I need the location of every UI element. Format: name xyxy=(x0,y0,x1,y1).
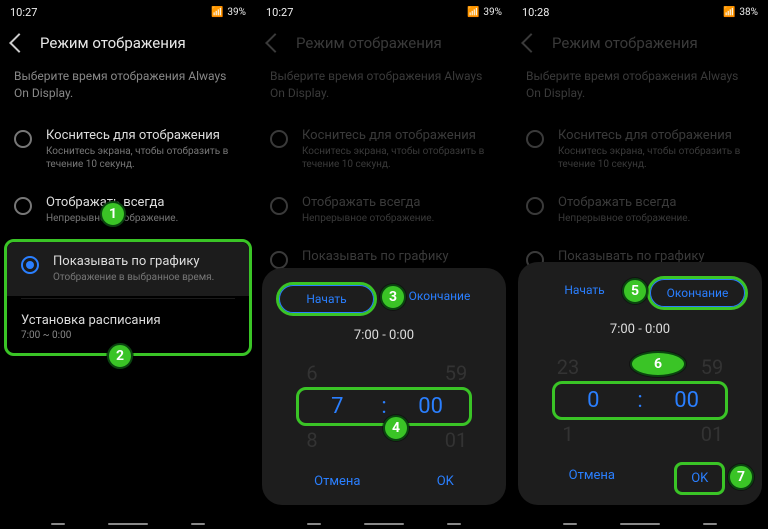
phone-2: 10:27 📶 39% Режим отображения Выберите в… xyxy=(256,0,512,529)
sheet-tabs: Начать Окончание 5 xyxy=(532,276,748,310)
annotation-badge-4: 4 xyxy=(383,415,409,441)
schedule-title: Установка расписания xyxy=(21,313,235,328)
option-always: Отображать всегда Непрерывное отображени… xyxy=(512,183,768,237)
option-title: Коснитесь для отображения xyxy=(46,128,242,143)
schedule-value: 7:00 ~ 0:00 xyxy=(21,330,235,341)
options-list: Коснитесь для отображения Коснитесь экра… xyxy=(256,116,512,281)
option-schedule[interactable]: Показывать по графику Отображение в выбр… xyxy=(7,242,249,296)
time-range-label: 7:00 - 0:00 xyxy=(276,328,492,343)
time-picker-sheet: Начать Окончание 3 7:00 - 0:00 659 7 : 0… xyxy=(262,268,506,505)
option-title: Показывать по графику xyxy=(53,254,214,269)
nav-bar xyxy=(256,523,512,525)
options-list: Коснитесь для отображения Коснитесь экра… xyxy=(0,116,256,358)
status-icons: 📶 38% xyxy=(723,7,758,18)
back-icon[interactable] xyxy=(521,33,541,53)
options-list: Коснитесь для отображения Коснитесь экра… xyxy=(512,116,768,281)
status-icons: 📶 39% xyxy=(467,7,502,18)
picker-hour[interactable]: 7 xyxy=(309,394,365,419)
option-sub: Отображение в выбранное время. xyxy=(53,271,214,284)
picker-sep: : xyxy=(637,388,642,413)
cancel-button[interactable]: Отмена xyxy=(555,462,629,495)
status-bar: 10:27 📶 39% xyxy=(256,0,512,24)
time-picker[interactable]: 7 : 00 xyxy=(299,390,469,423)
back-icon[interactable] xyxy=(9,33,29,53)
nav-bar xyxy=(512,523,768,525)
time-picker-sheet: Начать Окончание 5 7:00 - 0:00 2359 6 0 … xyxy=(518,262,762,505)
option-sub: Коснитесь экрана, чтобы отобразить в теч… xyxy=(46,145,242,171)
header: Режим отображения xyxy=(512,24,768,62)
picker-prev-row: 2359 6 xyxy=(532,355,748,379)
sheet-buttons: Отмена OK 7 xyxy=(532,462,748,495)
highlight-1: Показывать по графику Отображение в выбр… xyxy=(4,239,252,356)
divider xyxy=(21,298,235,299)
annotation-badge-2: 2 xyxy=(107,343,133,369)
status-time: 10:27 xyxy=(10,6,37,19)
option-tap: Коснитесь для отображения Коснитесь экра… xyxy=(256,116,512,183)
status-bar: 10:28 📶 38% xyxy=(512,0,768,24)
header: Режим отображения xyxy=(0,24,256,62)
annotation-badge-7: 7 xyxy=(728,464,754,490)
annotation-badge-1: 1 xyxy=(100,201,126,227)
sheet-tabs: Начать Окончание 3 xyxy=(276,282,492,316)
phone-1: 10:27 📶 39% Режим отображения Выберите в… xyxy=(0,0,256,529)
nav-bar xyxy=(0,523,256,525)
radio-icon xyxy=(270,130,288,148)
picker-minute[interactable]: 00 xyxy=(403,394,459,419)
page-title: Режим отображения xyxy=(296,34,442,52)
status-icons: 📶 39% xyxy=(211,7,246,18)
annotation-badge-6: 6 xyxy=(630,351,686,377)
tab-start[interactable]: Начать xyxy=(279,285,374,313)
picker-minute[interactable]: 00 xyxy=(659,388,715,413)
phone-3: 10:28 📶 38% Режим отображения Выберите в… xyxy=(512,0,768,529)
header: Режим отображения xyxy=(256,24,512,62)
annotation-badge-5: 5 xyxy=(622,278,648,304)
radio-icon xyxy=(270,197,288,215)
page-title: Режим отображения xyxy=(552,34,698,52)
radio-icon-selected[interactable] xyxy=(21,256,39,274)
time-range-label: 7:00 - 0:00 xyxy=(532,322,748,337)
radio-icon[interactable] xyxy=(14,130,32,148)
status-bar: 10:27 📶 39% xyxy=(0,0,256,24)
radio-icon xyxy=(270,251,288,269)
picker-sep: : xyxy=(381,394,386,419)
picker-next-row: 101 xyxy=(532,422,748,446)
cancel-button[interactable]: Отмена xyxy=(300,468,374,495)
annotation-badge-3: 3 xyxy=(380,284,406,310)
page-subtitle: Выберите время отображения Always On Dis… xyxy=(256,62,512,116)
option-tap[interactable]: Коснитесь для отображения Коснитесь экра… xyxy=(0,116,256,183)
back-icon[interactable] xyxy=(265,33,285,53)
page-title: Режим отображения xyxy=(40,34,186,52)
page-subtitle: Выберите время отображения Always On Dis… xyxy=(512,62,768,116)
picker-hour[interactable]: 0 xyxy=(565,388,621,413)
option-always: Отображать всегда Непрерывное отображени… xyxy=(256,183,512,237)
status-time: 10:28 xyxy=(522,6,549,19)
radio-icon xyxy=(526,197,544,215)
tab-end[interactable]: Окончание xyxy=(650,279,745,307)
page-subtitle: Выберите время отображения Always On Dis… xyxy=(0,62,256,116)
ok-button[interactable]: OK xyxy=(677,465,722,492)
ok-button[interactable]: OK xyxy=(423,468,468,495)
option-always[interactable]: Отображать всегда Непрерывное отображени… xyxy=(0,183,256,237)
radio-icon[interactable] xyxy=(14,197,32,215)
time-picker[interactable]: 0 : 00 xyxy=(555,384,725,417)
option-tap: Коснитесь для отображения Коснитесь экра… xyxy=(512,116,768,183)
sheet-buttons: Отмена OK xyxy=(276,468,492,495)
status-time: 10:27 xyxy=(266,6,293,19)
picker-prev-row: 659 xyxy=(276,361,492,385)
radio-icon xyxy=(526,130,544,148)
